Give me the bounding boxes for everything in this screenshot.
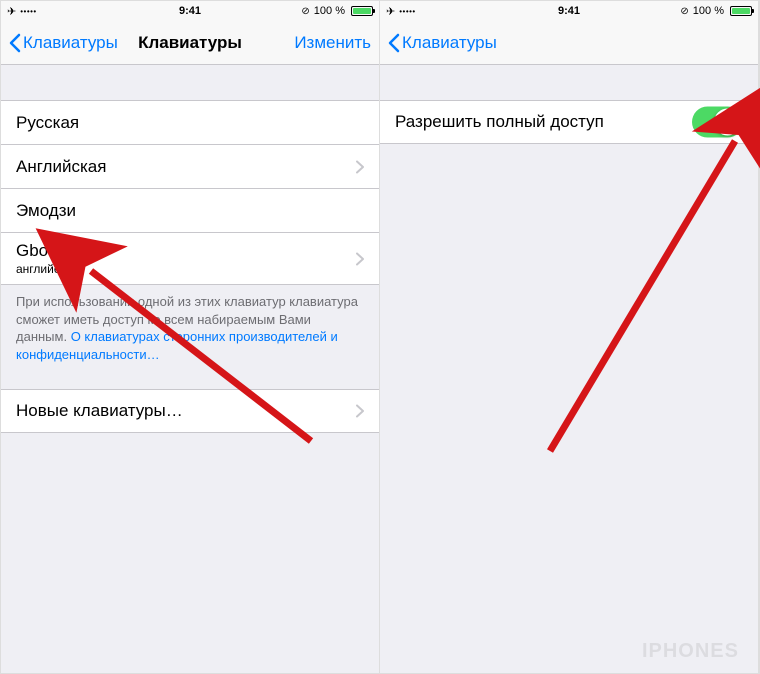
- keyboard-row-russian[interactable]: Русская: [1, 100, 379, 144]
- chevron-left-icon: [388, 33, 400, 53]
- toggle-knob: [714, 109, 741, 136]
- row-label: Разрешить полный доступ: [395, 112, 604, 132]
- keyboard-list: Русская Английская Эмодзи Gboard английс…: [1, 100, 379, 285]
- row-label: Gboard: [16, 241, 73, 261]
- keyboard-row-english[interactable]: Английская: [1, 144, 379, 188]
- allow-full-access-row[interactable]: Разрешить полный доступ: [380, 100, 758, 144]
- right-screenshot: ✈ 9:41 ⊘ 100 % Клавиатуры Разре: [380, 1, 759, 673]
- chevron-left-icon: [9, 33, 21, 53]
- battery-icon: [349, 6, 373, 16]
- row-label: Новые клавиатуры…: [16, 401, 183, 421]
- group-footer: При использовании одной из этих клавиату…: [1, 285, 379, 371]
- full-access-group: Разрешить полный доступ: [380, 100, 758, 144]
- row-label: Английская: [16, 157, 106, 177]
- status-bar: ✈ 9:41 ⊘ 100 %: [1, 1, 379, 21]
- back-label: Клавиатуры: [402, 33, 497, 53]
- status-time: 9:41: [380, 5, 758, 17]
- left-screenshot: ✈ 9:41 ⊘ 100 % Клавиатуры Клавиатуры Изм…: [1, 1, 380, 673]
- status-time: 9:41: [1, 5, 379, 17]
- toggle-switch[interactable]: [692, 107, 743, 138]
- back-button[interactable]: Клавиатуры: [388, 33, 497, 53]
- back-button[interactable]: Клавиатуры: [9, 33, 118, 53]
- back-label: Клавиатуры: [23, 33, 118, 53]
- new-keyboards-group: Новые клавиатуры…: [1, 389, 379, 433]
- keyboard-row-gboard[interactable]: Gboard английский: [1, 232, 379, 285]
- annotation-arrow: [540, 131, 750, 466]
- chevron-right-icon: [356, 252, 364, 265]
- battery-icon: [728, 6, 752, 16]
- chevron-right-icon: [356, 160, 364, 173]
- navbar: Клавиатуры: [380, 21, 758, 65]
- row-label: Эмодзи: [16, 201, 76, 221]
- navbar: Клавиатуры Клавиатуры Изменить: [1, 21, 379, 65]
- status-bar: ✈ 9:41 ⊘ 100 %: [380, 1, 758, 21]
- keyboard-row-emoji[interactable]: Эмодзи: [1, 188, 379, 232]
- edit-button[interactable]: Изменить: [294, 33, 371, 53]
- chevron-right-icon: [356, 405, 364, 418]
- row-label: Русская: [16, 113, 79, 133]
- row-subtitle: английский: [16, 262, 78, 276]
- watermark: IPHONES: [642, 640, 739, 663]
- new-keyboards-row[interactable]: Новые клавиатуры…: [1, 389, 379, 433]
